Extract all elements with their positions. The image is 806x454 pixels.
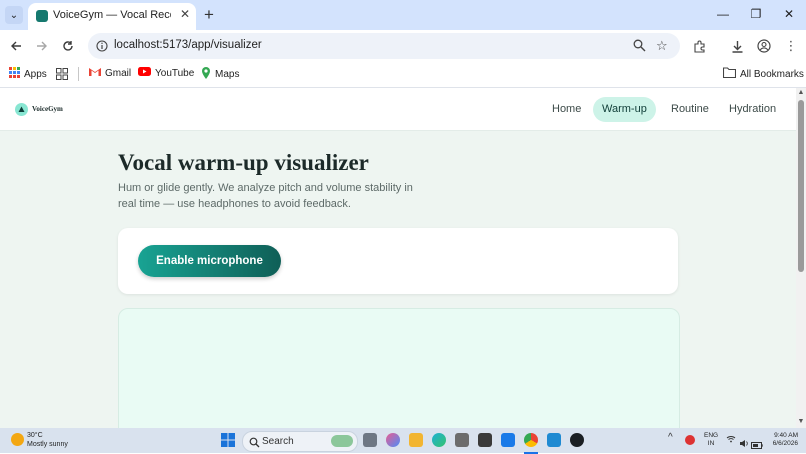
weather-sun-icon[interactable] [11,433,24,446]
tab-groups-icon[interactable] [56,67,68,85]
amazon-icon[interactable] [478,433,492,447]
edge-icon[interactable] [432,433,446,447]
tab-close-button[interactable]: ✕ [178,7,192,21]
bookmark-label: Gmail [105,67,132,79]
vscode-icon[interactable] [547,433,561,447]
browser-menu-icon[interactable]: ⋮ [782,37,800,55]
bookmark-apps[interactable]: Apps [9,67,47,81]
search-highlight-icon [331,435,353,447]
page-title: Vocal warm-up visualizer [118,150,369,175]
volume-icon[interactable] [739,435,749,453]
all-bookmarks-label: All Bookmarks [740,68,804,80]
back-arrow-icon[interactable] [7,37,25,55]
page-viewport: VoiceGym Home Warm-up Routine Hydration … [0,88,796,428]
language-indicator[interactable]: ENG IN [704,432,718,448]
store-icon[interactable] [455,433,469,447]
site-logo-text[interactable]: VoiceGym [32,105,63,113]
bookmark-label: YouTube [155,67,195,79]
apps-grid-icon [9,67,20,81]
tray-chevron-up-icon[interactable]: ^ [668,432,673,443]
site-header: VoiceGym Home Warm-up Routine Hydration [0,88,796,131]
visualizer-panel [118,308,680,428]
tab-search-button[interactable]: ⌄ [5,6,23,24]
bookmark-label: Maps [215,69,240,80]
maps-icon [201,67,211,82]
clock[interactable]: 9:40 AM 6/6/2026 [766,432,798,448]
voicegym-favicon-icon [36,10,48,22]
chevron-down-icon: ⌄ [9,9,19,21]
scroll-down-arrow-icon[interactable]: ▼ [797,418,805,426]
reload-icon[interactable] [59,37,77,55]
scroll-up-arrow-icon[interactable]: ▲ [797,89,805,97]
bookmark-label: Apps [24,68,47,80]
browser-toolbar: localhost:5173/app/visualizer ☆ ⋮ [0,30,806,62]
folder-icon [722,67,737,81]
profile-avatar-icon[interactable] [755,37,773,55]
nav-routine[interactable]: Routine [662,97,718,122]
page-scrollbar[interactable]: ▲ ▼ [796,88,806,428]
battery-icon[interactable] [751,436,763,454]
new-tab-button[interactable]: + [204,5,214,25]
all-bookmarks-button[interactable]: All Bookmarks [722,67,804,81]
region-code: IN [707,440,715,447]
search-label: Search [262,436,294,447]
bookmark-star-icon[interactable]: ☆ [656,38,668,54]
url-text[interactable]: localhost:5173/app/visualizer [114,39,262,51]
bookmark-divider [78,67,79,81]
task-view-icon[interactable] [363,433,377,447]
minimize-button[interactable]: — [708,4,738,24]
scrollbar-thumb[interactable] [798,100,804,272]
restore-button[interactable]: ❐ [741,4,771,24]
forward-arrow-icon[interactable] [33,37,51,55]
clock-date: 6/6/2026 [772,440,798,447]
active-tab[interactable]: VoiceGym — Vocal Recovery St ✕ [28,3,196,30]
tab-strip: ⌄ VoiceGym — Vocal Recovery St ✕ + — ❐ ✕ [0,0,806,30]
youtube-icon [138,67,151,79]
voicegym-logo-icon[interactable] [15,103,28,116]
tab-title: VoiceGym — Vocal Recovery St [53,9,171,21]
github-icon[interactable] [570,433,584,447]
windows-taskbar: 30°C Mostly sunny Search ^ ENG IN 9:40 A… [0,428,806,454]
site-info-icon[interactable] [96,39,108,52]
nav-warm-up[interactable]: Warm-up [593,97,656,122]
microphone-card: Enable microphone [118,228,678,294]
enable-microphone-button[interactable]: Enable microphone [138,245,281,277]
bookmark-gmail[interactable]: Gmail [89,67,131,79]
nav-hydration[interactable]: Hydration [720,97,785,122]
weather-temperature[interactable]: 30°C [27,432,43,439]
close-window-button[interactable]: ✕ [774,4,804,24]
taskbar-search[interactable]: Search [242,431,358,452]
extensions-icon[interactable] [690,37,708,55]
copilot-icon[interactable] [386,433,400,447]
bookmark-maps[interactable]: Maps [201,67,239,82]
bookmark-youtube[interactable]: YouTube [138,67,194,79]
address-bar[interactable]: localhost:5173/app/visualizer ☆ [88,33,680,59]
wifi-icon[interactable] [726,435,736,445]
language-code: ENG [704,432,719,439]
start-windows-icon[interactable] [221,433,235,452]
dropbox-icon[interactable] [501,433,515,447]
chrome-icon[interactable] [524,433,538,447]
weather-description[interactable]: Mostly sunny [27,441,68,448]
clock-time: 9:40 AM [774,432,798,439]
tray-app-icon[interactable] [685,435,695,445]
search-icon [249,435,260,453]
zoom-icon[interactable] [633,39,646,57]
page-subtitle: Hum or glide gently. We analyze pitch an… [118,182,413,210]
gmail-icon [89,67,101,79]
file-explorer-icon[interactable] [409,433,423,447]
bookmarks-bar: Apps Gmail YouTube Maps All Bookmarks [0,62,806,88]
nav-home[interactable]: Home [543,97,590,122]
download-icon[interactable] [728,37,746,55]
